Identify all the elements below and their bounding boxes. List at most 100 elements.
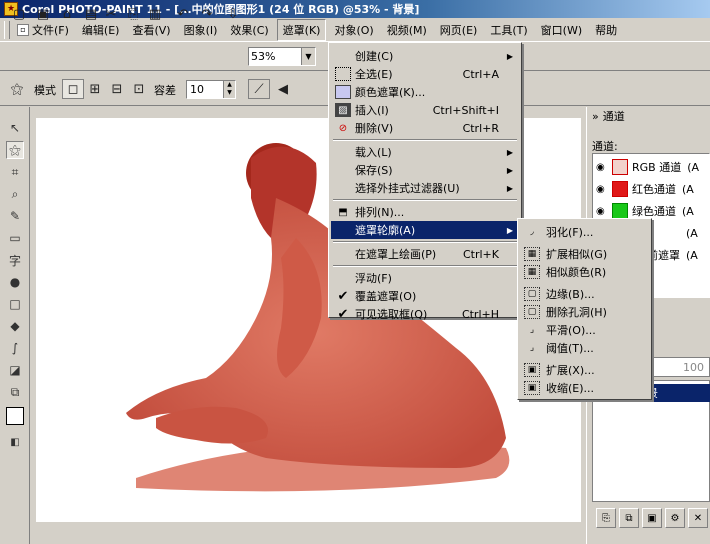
new-from-document-icon[interactable]: ▣ <box>32 4 54 24</box>
submenu-arrow-icon: ▶ <box>506 183 513 193</box>
import-icon[interactable]: ⇩ <box>222 4 244 24</box>
submenu-arrow-icon: ▶ <box>506 51 513 61</box>
mask-menu-remove[interactable]: ⊘ 删除(V) Ctrl+R <box>331 119 519 137</box>
clone-tool-icon[interactable]: ⧉ <box>6 383 24 401</box>
eye-icon[interactable]: ◉ <box>596 162 608 173</box>
mode-xor-button[interactable]: ⊡ <box>128 79 150 99</box>
mask-tool-icon[interactable]: ⚝ <box>6 141 24 159</box>
color-swatch-foreground[interactable] <box>6 407 24 425</box>
settings-icon[interactable]: ⚙ <box>665 508 685 528</box>
channel-thumbnail <box>612 181 628 197</box>
mask-menu-paint-on-mask[interactable]: 在遮罩上绘画(P) Ctrl+K <box>331 245 519 263</box>
mask-menu-save[interactable]: 保存(S) ▶ <box>331 161 519 179</box>
submenu-arrow-icon: ▶ <box>506 165 513 175</box>
menu-video[interactable]: 视频(M) <box>382 20 432 40</box>
fill-tool-icon[interactable]: ◆ <box>6 317 24 335</box>
submenu-feather[interactable]: ◞ 羽化(F)... <box>520 223 650 241</box>
menu-window[interactable]: 窗口(W) <box>536 20 587 40</box>
text-tool-icon[interactable]: 字 <box>6 251 24 269</box>
mask-menu-align[interactable]: ⬒ 排列(N)... <box>331 203 519 221</box>
new-file-icon[interactable]: ▢ <box>8 4 30 24</box>
duplicate-icon[interactable]: ⧉ <box>619 508 639 528</box>
redeye-tool-icon[interactable]: ● <box>6 273 24 291</box>
document-icon: ▫ <box>17 23 29 36</box>
paste-icon[interactable]: ▥ <box>144 4 166 24</box>
cut-icon[interactable]: ✂ <box>100 4 122 24</box>
eraser-tool-icon[interactable]: ▭ <box>6 229 24 247</box>
channel-row-red[interactable]: ◉ 红色通道 (A <box>593 178 709 200</box>
submenu-expand[interactable]: ▣ 扩展(X)... <box>520 361 650 379</box>
mask-menu: 创建(C) ▶ 全选(E) Ctrl+A 颜色遮罩(K)... ▨ 插入(I) Ctrl… <box>328 42 522 322</box>
grow-icon: ▦ <box>524 247 540 261</box>
save-icon[interactable]: ▤ <box>80 4 102 24</box>
delete-icon[interactable]: ✕ <box>688 508 708 528</box>
zoom-tool-icon[interactable]: ⌕ <box>6 185 24 203</box>
mask-menu-select-all[interactable]: 全选(E) Ctrl+A <box>331 65 519 83</box>
channel-row-rgb[interactable]: ◉ RGB 通道 (A <box>593 156 709 178</box>
mode-normal-button[interactable]: ◻ <box>62 79 84 99</box>
antialias-toggle[interactable]: ⟋ <box>248 79 270 99</box>
rectangle-tool-icon[interactable]: □ <box>6 295 24 313</box>
feather-icon: ◞ <box>530 227 534 237</box>
mask-menu-outline[interactable]: 遮罩轮廓(A) ▶ <box>331 221 519 239</box>
tolerance-label: 容差 <box>154 84 176 97</box>
mask-menu-marquee-visible[interactable]: ✔ 可见选取框(Q) Ctrl+H <box>331 305 519 323</box>
submenu-arrow-icon: ▶ <box>506 225 513 235</box>
mask-menu-float[interactable]: 浮动(F) <box>331 269 519 287</box>
similar-icon: ▦ <box>524 265 540 279</box>
channel-thumbnail <box>612 203 628 219</box>
docker-arrows-icon[interactable]: » <box>592 110 599 123</box>
merge-icon[interactable]: ▣ <box>642 508 662 528</box>
channels-docker-header: » 通道 <box>592 109 625 124</box>
menu-help[interactable]: 帮助 <box>590 20 622 40</box>
mask-menu-mask-overlay[interactable]: ✔ 覆盖遮罩(O) <box>331 287 519 305</box>
submenu-threshold[interactable]: ⌟ 阈值(T)... <box>520 339 650 357</box>
mode-subtract-button[interactable]: ⊟ <box>106 79 128 99</box>
mode-add-button[interactable]: ⊞ <box>84 79 106 99</box>
border-icon: ▢ <box>524 287 540 301</box>
crop-tool-icon[interactable]: ⌗ <box>6 163 24 181</box>
submenu-remove-holes[interactable]: ▢ 删除孔洞(H) <box>520 303 650 321</box>
expand-icon: ▣ <box>524 363 540 377</box>
mask-menu-color-mask[interactable]: 颜色遮罩(K)... <box>331 83 519 101</box>
submenu-grow[interactable]: ▦ 扩展相似(G) <box>520 245 650 263</box>
submenu-border[interactable]: ▢ 边缘(B)... <box>520 285 650 303</box>
remove-icon: ⊘ <box>338 122 348 134</box>
menu-object[interactable]: 对象(O) <box>329 20 378 40</box>
spinner-icon[interactable]: ▲ ▼ <box>223 81 235 98</box>
copy-icon[interactable]: ⎘ <box>122 4 144 24</box>
eye-icon[interactable]: ◉ <box>596 206 608 217</box>
menu-mask[interactable]: 遮罩(K) <box>276 18 327 41</box>
effect-tool-icon[interactable]: ◪ <box>6 361 24 379</box>
threshold-icon: ⌟ <box>529 343 535 353</box>
tolerance-input[interactable]: 10 ▲ ▼ <box>186 80 236 99</box>
channel-thumbnail <box>612 159 628 175</box>
checkmark-icon: ✔ <box>337 288 349 304</box>
eyedropper-tool-icon[interactable]: ✎ <box>6 207 24 225</box>
zoom-select[interactable]: 53% ▼ <box>248 47 316 66</box>
channels-label: 通道: <box>592 140 618 153</box>
redo-icon[interactable]: ↷ <box>196 4 218 24</box>
menu-web[interactable]: 网页(E) <box>435 20 483 40</box>
submenu-reduce[interactable]: ▣ 收缩(E)... <box>520 379 650 397</box>
select-all-icon <box>335 67 351 81</box>
menu-tools[interactable]: 工具(T) <box>485 20 532 40</box>
mask-menu-plugin-filter[interactable]: 选择外挂式过滤器(U) ▶ <box>331 179 519 197</box>
submenu-similar[interactable]: ▦ 相似颜色(R) <box>520 263 650 281</box>
open-icon[interactable]: ⌂ <box>56 4 78 24</box>
color-reset-icon[interactable]: ◧ <box>6 433 24 451</box>
mask-menu-create[interactable]: 创建(C) ▶ <box>331 47 519 65</box>
mask-outline-submenu: ◞ 羽化(F)... ▦ 扩展相似(G) ▦ 相似颜色(R) ▢ 边缘(B)... ▢ 删… <box>517 218 652 400</box>
undo-icon[interactable]: ↶ <box>172 4 194 24</box>
new-channel-icon[interactable]: ⎘ <box>596 508 616 528</box>
collapse-arrow-icon[interactable]: ◀ <box>272 79 294 99</box>
pick-tool-icon[interactable]: ↖ <box>6 119 24 137</box>
brush-tool-icon[interactable]: ∫ <box>6 339 24 357</box>
menu-separator <box>333 139 517 141</box>
submenu-smooth[interactable]: ⌟ 平滑(O)... <box>520 321 650 339</box>
eye-icon[interactable]: ◉ <box>596 184 608 195</box>
mask-menu-invert[interactable]: ▨ 插入(I) Ctrl+Shift+I <box>331 101 519 119</box>
submenu-arrow-icon: ▶ <box>506 147 513 157</box>
mask-menu-load[interactable]: 载入(L) ▶ <box>331 143 519 161</box>
reduce-icon: ▣ <box>524 381 540 395</box>
